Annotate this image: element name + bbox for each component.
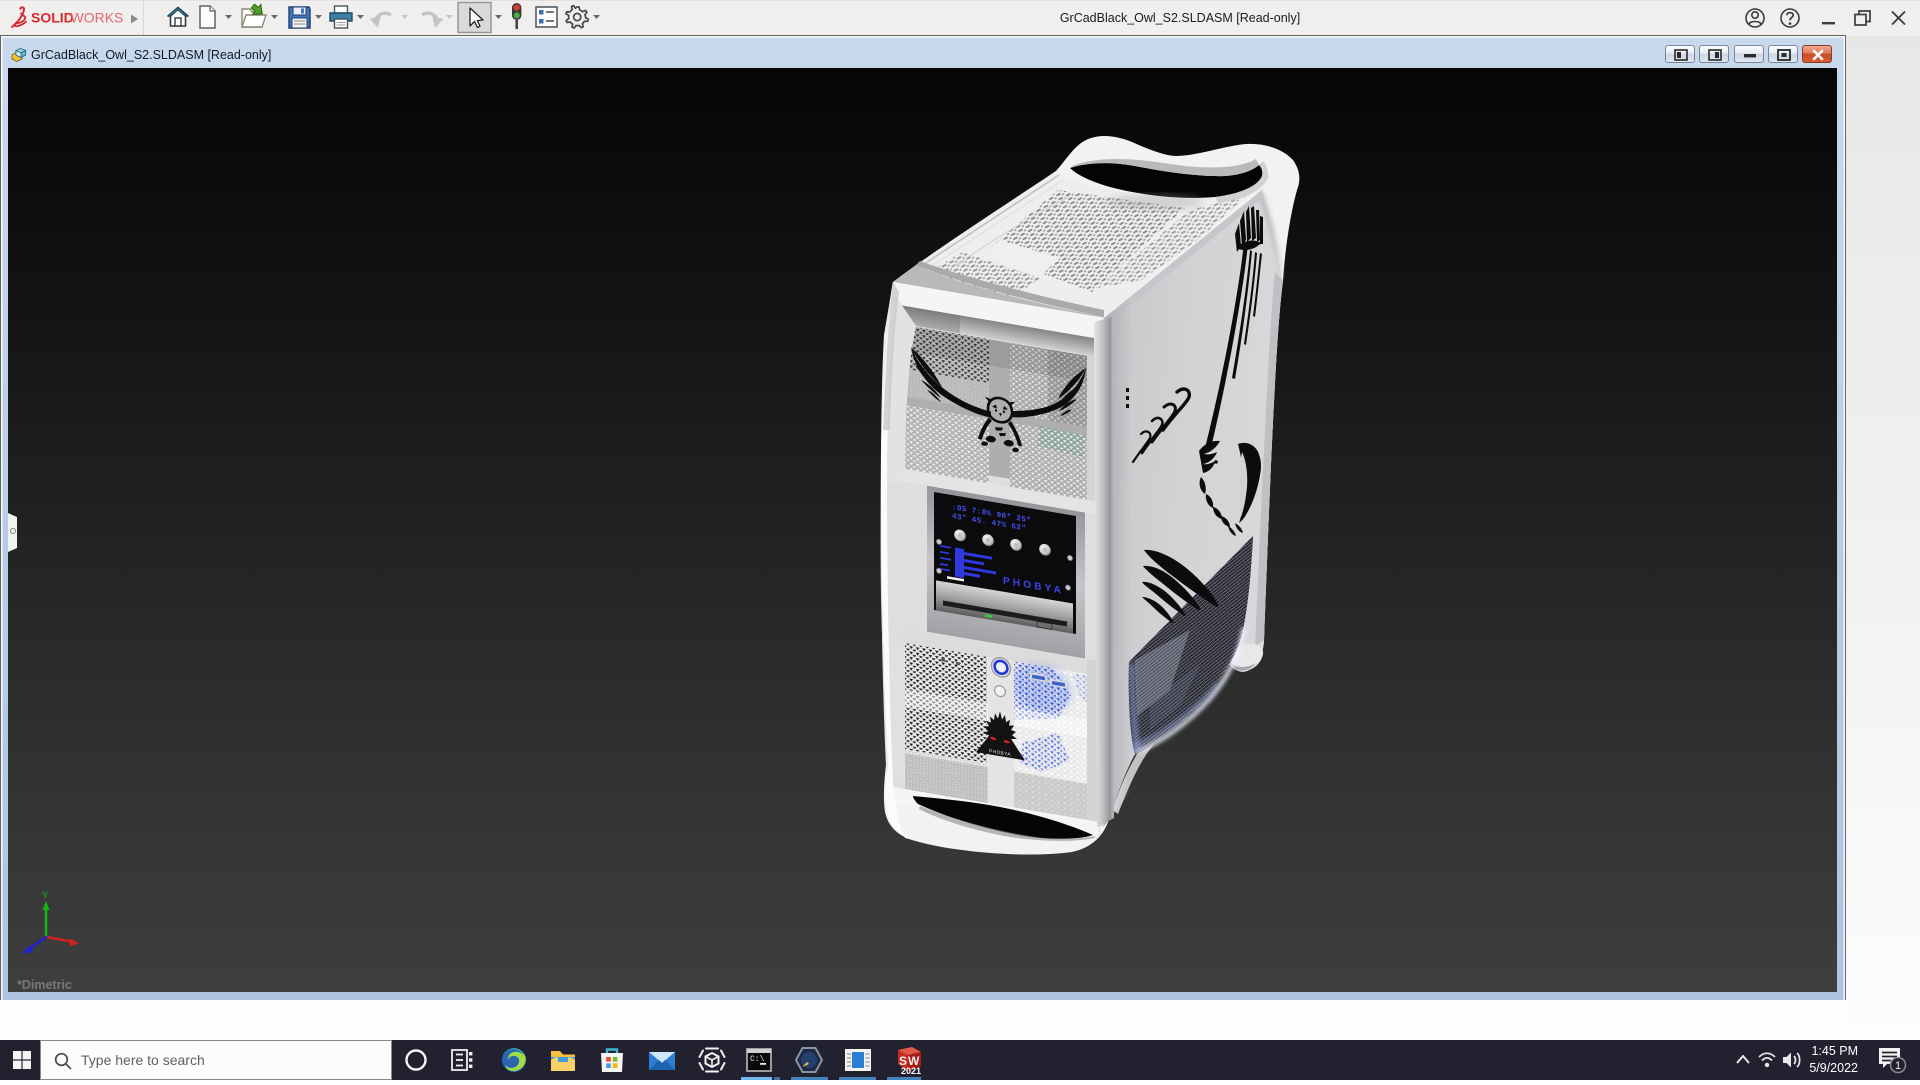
svg-text:1: 1 <box>1895 1060 1901 1072</box>
svg-text:Y: Y <box>42 890 49 901</box>
svg-text:SOLID: SOLID <box>31 10 74 26</box>
svg-text:C:\: C:\ <box>750 1055 765 1064</box>
svg-text:2021: 2021 <box>901 1066 921 1076</box>
svg-text:*Dimetric: *Dimetric <box>17 978 72 992</box>
svg-text:WORKS: WORKS <box>71 10 124 26</box>
